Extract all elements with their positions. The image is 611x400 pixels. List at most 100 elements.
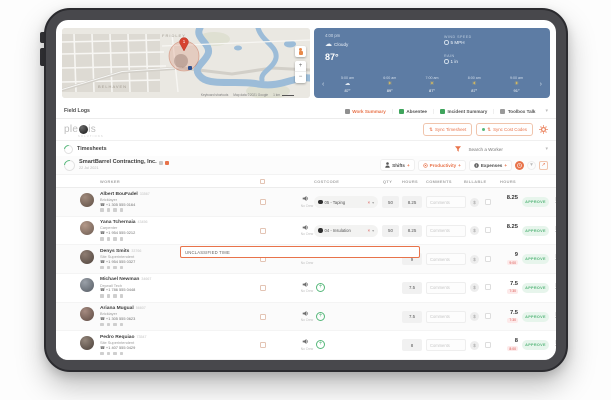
row-checkbox[interactable] <box>260 313 266 320</box>
billable-icon[interactable]: $ <box>470 226 479 236</box>
field-logs-chevron-icon[interactable]: ▾ <box>545 108 548 114</box>
row-menu-icon[interactable]: ⋮ <box>553 282 557 290</box>
comment-input[interactable] <box>426 281 466 294</box>
map-shortcuts-link[interactable]: Keyboard shortcuts <box>201 93 228 97</box>
hours-field[interactable]: 8.25 <box>402 224 422 237</box>
billable-checkbox[interactable] <box>485 313 491 320</box>
zoom-in-button[interactable]: + <box>295 61 306 72</box>
add-productivity-icon[interactable]: + <box>458 163 461 168</box>
search-worker-input[interactable] <box>466 145 527 153</box>
comment-input[interactable] <box>426 339 466 352</box>
map-zoom-control[interactable]: + − <box>295 61 306 83</box>
add-shift-icon[interactable]: + <box>407 163 410 168</box>
info-icon[interactable] <box>119 265 123 270</box>
add-expense-icon[interactable]: + <box>504 163 507 168</box>
sync-cost-codes-button[interactable]: ⇅ Sync Cost Codes <box>476 123 533 136</box>
remove-costcode-icon[interactable]: × <box>367 200 370 205</box>
speaker-icon[interactable] <box>302 281 309 288</box>
schedule-icon[interactable] <box>100 322 104 327</box>
schedule-icon[interactable] <box>100 351 104 356</box>
company-link-icon[interactable] <box>158 160 163 165</box>
qty-field[interactable]: 50 <box>382 224 399 237</box>
briefcase-icon[interactable] <box>106 237 110 241</box>
worker-phone[interactable]: ☎ +1 407 555 0429 <box>100 345 220 351</box>
briefcase-icon[interactable] <box>106 265 110 270</box>
add-costcode-button[interactable]: + <box>316 282 325 292</box>
speaker-icon[interactable] <box>302 195 309 202</box>
schedule-icon[interactable] <box>100 208 104 212</box>
remove-costcode-icon[interactable]: × <box>367 228 370 233</box>
billable-icon[interactable]: $ <box>470 312 479 322</box>
billable-icon[interactable]: $ <box>470 283 479 293</box>
hours-field[interactable]: 8 <box>402 339 422 352</box>
schedule-icon[interactable] <box>100 294 104 298</box>
row-checkbox[interactable] <box>260 342 266 349</box>
worker-phone[interactable]: ☎ +1 305 555 0164 <box>100 202 220 208</box>
worker-phone[interactable]: ☎ +1 954 555 0212 <box>100 230 220 236</box>
comment-input[interactable] <box>426 310 466 323</box>
row-checkbox[interactable] <box>260 284 266 291</box>
search-chevron-icon[interactable]: ▾ <box>545 146 548 152</box>
row-menu-icon[interactable]: ⋮ <box>553 339 557 347</box>
company-flag-icon[interactable] <box>164 160 169 165</box>
briefcase-icon[interactable] <box>106 208 110 212</box>
hardhat-icon[interactable] <box>113 351 117 356</box>
shifts-button[interactable]: Shifts + <box>380 159 415 171</box>
approve-button[interactable]: APPROVE <box>522 197 549 207</box>
approve-button[interactable]: APPROVE <box>522 311 549 322</box>
forecast-next-arrow[interactable]: › <box>538 81 544 88</box>
briefcase-icon[interactable] <box>106 322 110 327</box>
filter-icon[interactable] <box>455 146 462 152</box>
expenses-button[interactable]: $ Expenses + <box>468 159 512 171</box>
billable-checkbox[interactable] <box>485 255 491 262</box>
costcode-chevron-icon[interactable]: ▾ <box>372 228 374 233</box>
approve-button[interactable]: APPROVE <box>522 282 549 293</box>
billable-checkbox[interactable] <box>485 341 491 348</box>
comment-input[interactable] <box>426 196 466 208</box>
hours-field[interactable]: 7.5 <box>402 310 422 323</box>
briefcase-icon[interactable] <box>106 351 110 356</box>
schedule-icon[interactable] <box>100 265 104 270</box>
collapse-chevron-icon[interactable]: ▾ <box>527 160 536 170</box>
costcode-pill[interactable]: 05 - Taping × ▾ <box>314 196 378 208</box>
row-menu-icon[interactable]: ⋮ <box>553 253 557 261</box>
costcode-combobox-open[interactable]: UNCLASSIFIED TIME <box>180 246 420 259</box>
billable-icon[interactable]: $ <box>470 254 479 264</box>
gear-icon[interactable] <box>539 125 548 134</box>
row-menu-icon[interactable]: ⋮ <box>553 311 557 319</box>
export-icon[interactable]: ↗ <box>539 160 548 170</box>
costcode-pill[interactable]: 04 - Insulation × ▾ <box>314 224 378 237</box>
row-checkbox[interactable] <box>260 199 266 205</box>
briefcase-icon[interactable] <box>106 294 110 298</box>
hardhat-icon[interactable] <box>113 322 117 327</box>
add-costcode-button[interactable]: + <box>316 340 325 350</box>
costcode-chevron-icon[interactable]: ▾ <box>372 200 374 205</box>
info-icon[interactable] <box>119 351 123 356</box>
billable-checkbox[interactable] <box>485 198 491 205</box>
info-icon[interactable] <box>119 294 123 298</box>
speaker-icon[interactable] <box>302 224 309 231</box>
info-icon[interactable] <box>119 237 123 241</box>
billable-checkbox[interactable] <box>485 284 491 291</box>
info-icon[interactable] <box>119 208 123 212</box>
zoom-out-button[interactable]: − <box>295 72 306 83</box>
field-log-button-absentee[interactable]: Absentee <box>391 108 433 114</box>
billable-icon[interactable]: $ <box>470 340 479 350</box>
hardhat-icon[interactable] <box>113 237 117 241</box>
hardhat-icon[interactable] <box>113 265 117 270</box>
field-log-button-work-summary[interactable]: Work Summary <box>339 108 392 114</box>
speaker-icon[interactable] <box>302 338 309 345</box>
billable-checkbox[interactable] <box>485 227 491 234</box>
field-log-button-toolbox-talk[interactable]: Toolbox Talk <box>493 108 541 114</box>
billable-icon[interactable]: $ <box>470 197 479 207</box>
info-icon[interactable] <box>119 322 123 327</box>
hours-field[interactable]: 8.25 <box>402 196 422 208</box>
worker-phone[interactable]: ☎ +1 786 555 0448 <box>100 288 220 293</box>
worker-phone[interactable]: ☎ +1 305 555 0623 <box>100 316 220 322</box>
hours-field[interactable]: 7.5 <box>402 281 422 294</box>
map[interactable]: 1 FRIDLEY BELHAVEN + − Keyboard shortcut… <box>62 28 310 98</box>
approve-button[interactable]: APPROVE <box>522 225 549 236</box>
row-menu-icon[interactable]: ⋮ <box>553 225 557 233</box>
row-checkbox[interactable] <box>260 227 266 234</box>
qty-field[interactable]: 50 <box>382 196 399 208</box>
